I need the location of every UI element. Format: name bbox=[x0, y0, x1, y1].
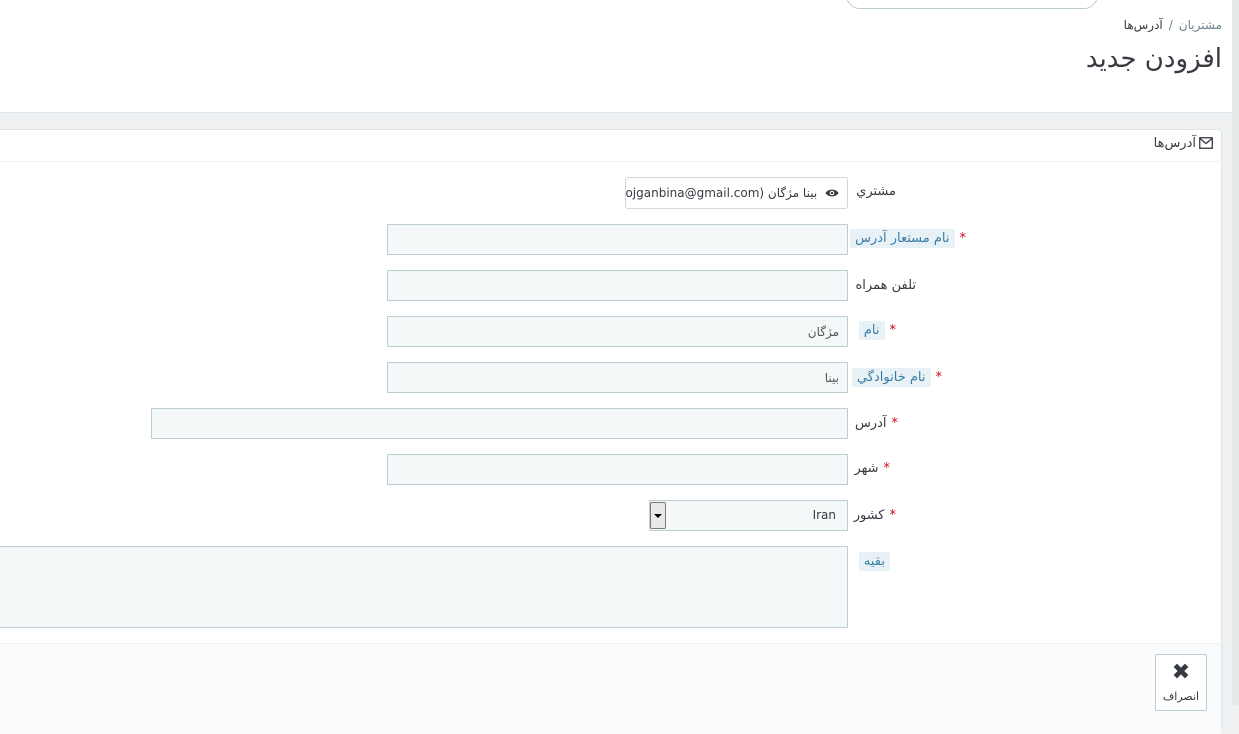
eye-icon bbox=[821, 186, 839, 200]
alias-label-text[interactable]: نام مستعار آدرس bbox=[850, 229, 955, 248]
customer-name-email: بینا مژگان (mojganbina@gmail.com) bbox=[625, 186, 818, 200]
other-label: بقیه bbox=[858, 552, 890, 571]
envelope-icon bbox=[1199, 137, 1213, 153]
panel-heading-label: آدرس‌ها bbox=[1153, 136, 1196, 151]
required-star: * bbox=[889, 323, 897, 338]
city-label-text: شهر bbox=[854, 461, 879, 476]
country-select[interactable]: Iran bbox=[649, 500, 848, 531]
page-header: مشتریان / آدرس‌ها افزودن جدید bbox=[0, 0, 1239, 113]
customer-label: مشتري bbox=[856, 184, 896, 199]
address-label-text: آدرس bbox=[854, 416, 887, 431]
breadcrumb-parent-link[interactable]: مشتریان bbox=[1179, 18, 1222, 32]
last-name-label: * نام خانوادگي bbox=[851, 368, 943, 387]
country-select-value: Iran bbox=[812, 508, 836, 522]
panel-footer: ✖ انصراف bbox=[0, 643, 1221, 734]
first-name-label-text[interactable]: نام bbox=[858, 321, 885, 340]
city-label: * شهر bbox=[854, 461, 890, 476]
header-search-input[interactable] bbox=[846, 0, 1098, 9]
address-input[interactable] bbox=[151, 408, 848, 439]
close-icon: ✖ bbox=[1171, 660, 1191, 685]
cancel-button[interactable]: ✖ انصراف bbox=[1155, 654, 1207, 711]
last-name-label-text[interactable]: نام خانوادگي bbox=[851, 368, 931, 387]
other-textarea[interactable] bbox=[0, 546, 848, 628]
customer-label-text: مشتري bbox=[856, 184, 896, 199]
page-title: افزودن جدید bbox=[1085, 44, 1222, 74]
chevron-down-icon[interactable] bbox=[650, 502, 666, 529]
required-star: * bbox=[959, 231, 967, 246]
mobile-label-text: تلفن همراه bbox=[855, 278, 917, 293]
breadcrumb: مشتریان / آدرس‌ها bbox=[1124, 18, 1222, 32]
alias-label: * نام مستعار آدرس bbox=[850, 229, 967, 248]
last-name-input[interactable] bbox=[387, 362, 848, 393]
other-label-text[interactable]: بقیه bbox=[858, 552, 890, 571]
address-label: * آدرس bbox=[855, 416, 898, 431]
breadcrumb-current: آدرس‌ها bbox=[1123, 18, 1163, 32]
country-label-text: کشور bbox=[853, 508, 885, 523]
breadcrumb-separator: / bbox=[1168, 18, 1173, 32]
first-name-label: * نام bbox=[858, 321, 897, 340]
customer-value[interactable]: بینا مژگان (mojganbina@gmail.com) bbox=[625, 177, 848, 209]
required-star: * bbox=[935, 370, 943, 385]
alias-input[interactable] bbox=[387, 224, 848, 255]
required-star: * bbox=[889, 508, 897, 523]
page-scrollbar[interactable] bbox=[1232, 0, 1239, 705]
mobile-input[interactable] bbox=[387, 270, 848, 301]
country-label: * کشور bbox=[854, 508, 896, 523]
panel-heading: آدرس‌ها bbox=[0, 130, 1221, 162]
mobile-label: تلفن همراه bbox=[856, 278, 917, 293]
required-star: * bbox=[891, 416, 899, 431]
required-star: * bbox=[883, 461, 891, 476]
first-name-input[interactable] bbox=[387, 316, 848, 347]
city-input[interactable] bbox=[387, 454, 848, 485]
cancel-button-label: انصراف bbox=[1162, 690, 1200, 703]
